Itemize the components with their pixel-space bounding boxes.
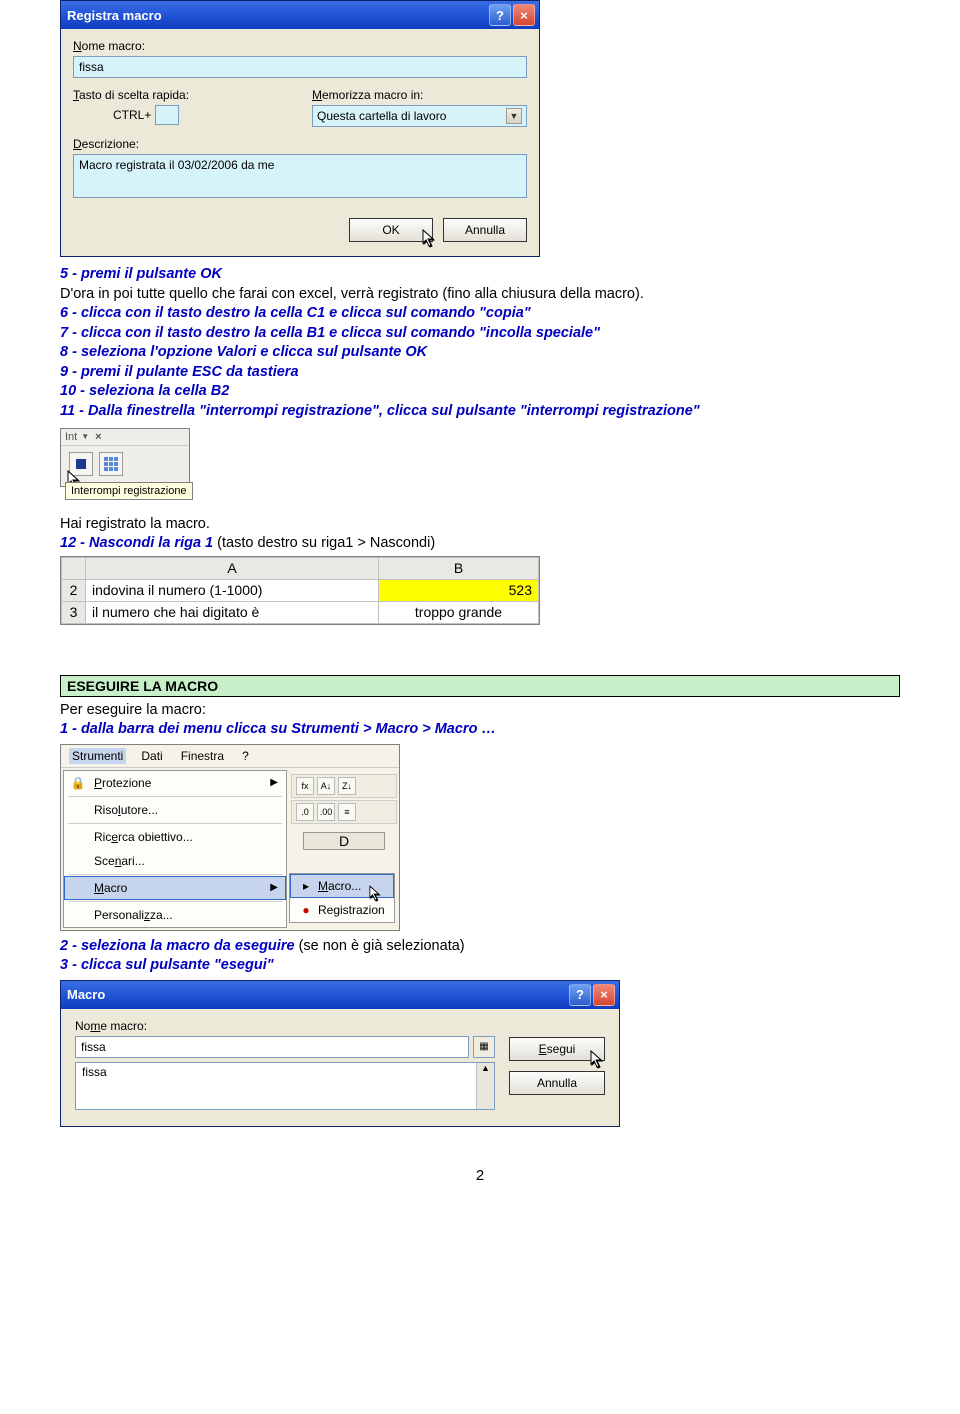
formula-icon: fx — [296, 777, 314, 795]
cursor-icon — [422, 229, 438, 249]
submenu-macro[interactable]: ▸ Macro... — [290, 874, 394, 898]
page-number: 2 — [60, 1167, 900, 1184]
store-label: Memorizza macro in: — [312, 88, 527, 102]
ctrl-label: CTRL+ — [113, 108, 151, 122]
dialog-title: Registra macro — [67, 8, 489, 23]
section-heading: ESEGUIRE LA MACRO — [60, 675, 900, 697]
menu-help[interactable]: ? — [239, 748, 252, 764]
instruction-5b: D'ora in poi tutte quello che farai con … — [60, 285, 900, 305]
macro-recorded-text: Hai registrato la macro. — [60, 515, 900, 535]
macro-name-label: Nome macro: — [75, 1019, 495, 1033]
submenu-registra[interactable]: ● Registrazion — [290, 898, 394, 922]
macro-name-input[interactable]: fissa — [73, 56, 527, 78]
menubar: Strumenti Dati Finestra ? — [61, 745, 399, 768]
instruction-7: 7 - clicca con il tasto destro la cella … — [60, 324, 900, 344]
description-label: Descrizione: — [73, 137, 527, 151]
menu-item-scenari[interactable]: Scenari... — [64, 849, 286, 873]
intro-text: Per eseguire la macro: — [60, 701, 900, 721]
lock-icon: 🔒 — [70, 775, 86, 791]
cell-a3: il numero che hai digitato è — [86, 601, 379, 623]
chevron-right-icon: ▶ — [270, 777, 278, 788]
menu-dati[interactable]: Dati — [138, 748, 165, 764]
instruction-6: 6 - clicca con il tasto destro la cella … — [60, 304, 900, 324]
tooltip: Interrompi registrazione — [65, 482, 193, 500]
cell-b3: troppo grande — [378, 601, 538, 623]
close-icon[interactable]: × — [95, 431, 101, 443]
close-button[interactable]: × — [513, 4, 535, 26]
help-button[interactable]: ? — [489, 4, 511, 26]
macro-submenu: ▸ Macro... ● Registrazion — [289, 873, 395, 923]
dialog-title: Macro — [67, 987, 569, 1002]
store-select[interactable]: Questa cartella di lavoro ▼ — [312, 105, 527, 127]
cell-a2: indovina il numero (1-1000) — [86, 579, 379, 601]
cancel-button[interactable]: Annulla — [509, 1071, 605, 1095]
step-3: 3 - clicca sul pulsante "esegui" — [60, 956, 900, 976]
collapse-icon[interactable]: ▦ — [473, 1036, 495, 1058]
menu-item-ricerca[interactable]: Ricerca obiettivo... — [64, 825, 286, 849]
macro-dialog: Macro ? × Nome macro: fissa ▦ fissa ▲ Es… — [60, 980, 620, 1127]
record-icon: ● — [298, 902, 314, 918]
close-button[interactable]: × — [593, 984, 615, 1006]
row-header-blank — [62, 557, 86, 579]
menu-item-macro[interactable]: Macro▶ — [64, 876, 286, 900]
instruction-10: 10 - seleziona la cella B2 — [60, 382, 900, 402]
record-macro-dialog: Registra macro ? × Nome macro: fissa Tas… — [60, 0, 540, 257]
sort-asc-icon: A↓ — [317, 777, 335, 795]
instruction-12: 12 - Nascondi la riga 1 (tasto destro su… — [60, 534, 900, 554]
excel-snippet: A B 2 indovina il numero (1-1000) 523 3 … — [60, 556, 540, 625]
menu-item-protezione[interactable]: 🔒 Protezione▶ — [64, 771, 286, 795]
help-button[interactable]: ? — [569, 984, 591, 1006]
toolbar-handle-label: Int — [65, 431, 77, 443]
description-input[interactable]: Macro registrata il 03/02/2006 da me — [73, 154, 527, 198]
column-d-header: D — [303, 832, 385, 850]
step-1: 1 - dalla barra dei menu clicca su Strum… — [60, 720, 900, 740]
instruction-5: 5 - premi il pulsante OK — [60, 265, 900, 285]
play-icon: ▸ — [298, 878, 314, 894]
row-2-header: 2 — [62, 579, 86, 601]
dropdown-menu: 🔒 Protezione▶ Risolutore... Ricerca obie… — [63, 770, 287, 928]
decimal-icon: .00 — [317, 803, 335, 821]
stop-recording-toolbar: Int ▼ × Interrompi registrazione — [60, 428, 190, 487]
menu-finestra[interactable]: Finestra — [178, 748, 227, 764]
shortcut-key-input[interactable] — [155, 105, 179, 125]
menu-item-risolutore[interactable]: Risolutore... — [64, 798, 286, 822]
macro-listbox[interactable]: fissa ▲ — [75, 1062, 495, 1110]
instruction-8: 8 - seleziona l'opzione Valori e clicca … — [60, 343, 900, 363]
cursor-icon — [590, 1050, 606, 1070]
cell-b2: 523 — [378, 579, 538, 601]
row-3-header: 3 — [62, 601, 86, 623]
cancel-button[interactable]: Annulla — [443, 218, 527, 242]
ok-button[interactable]: OK — [349, 218, 433, 242]
chevron-right-icon: ▶ — [270, 882, 278, 893]
tools-menu-screenshot: Strumenti Dati Finestra ? 🔒 Protezione▶ … — [60, 744, 400, 931]
scrollbar[interactable]: ▲ — [476, 1063, 494, 1109]
col-b-header: B — [378, 557, 538, 579]
dialog-titlebar: Macro ? × — [61, 981, 619, 1009]
menu-item-personalizza[interactable]: Personalizza... — [64, 903, 286, 927]
step-2: 2 - seleziona la macro da eseguire (se n… — [60, 937, 900, 957]
shortcut-label: Tasto di scelta rapida: — [73, 88, 288, 102]
sort-desc-icon: Z↓ — [338, 777, 356, 795]
macro-name-label: Nome macro: — [73, 39, 527, 53]
decimal-icon: .0 — [296, 803, 314, 821]
indent-icon: ≡ — [338, 803, 356, 821]
list-item[interactable]: fissa — [76, 1063, 476, 1109]
dialog-titlebar: Registra macro ? × — [61, 1, 539, 29]
instruction-9: 9 - premi il pulante ESC da tastiera — [60, 363, 900, 383]
run-button[interactable]: Esegui — [509, 1037, 605, 1061]
menu-strumenti[interactable]: Strumenti — [69, 748, 126, 764]
macro-name-input[interactable]: fissa — [75, 1036, 469, 1058]
instruction-11: 11 - Dalla finestrella "interrompi regis… — [60, 402, 900, 422]
relative-reference-button[interactable] — [99, 452, 123, 476]
chevron-down-icon: ▼ — [81, 432, 89, 441]
chevron-down-icon: ▼ — [506, 108, 522, 124]
col-a-header: A — [86, 557, 379, 579]
